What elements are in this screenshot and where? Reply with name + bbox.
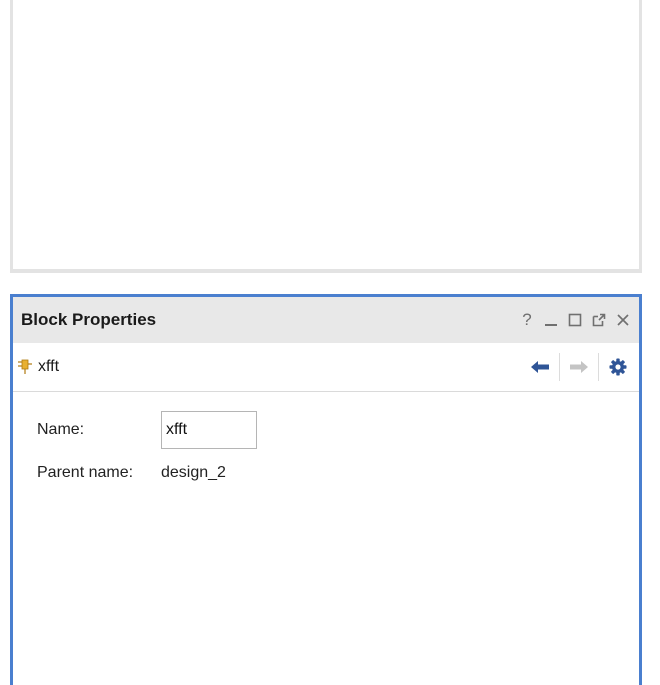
name-row: Name: <box>37 411 257 449</box>
maximize-button[interactable] <box>563 308 587 332</box>
float-button[interactable] <box>587 308 611 332</box>
panel-title-bar: Block Properties ? <box>13 297 639 343</box>
gear-icon <box>609 358 627 376</box>
back-arrow-icon <box>531 361 549 373</box>
block-properties-panel: Block Properties ? xfft Name: xfft Paren… <box>10 294 642 685</box>
properties-content: Name: Parent name: design_2 <box>13 392 639 685</box>
selected-object-name: xfft <box>38 358 60 375</box>
forward-arrow-icon <box>570 361 588 373</box>
close-icon <box>617 314 629 326</box>
top-empty-pane <box>10 0 642 273</box>
help-button[interactable]: ? <box>515 308 539 332</box>
minimize-icon <box>545 324 557 326</box>
forward-button[interactable] <box>564 352 594 382</box>
back-button[interactable] <box>525 352 555 382</box>
float-window-icon <box>592 313 606 327</box>
minimize-button[interactable] <box>539 308 563 332</box>
block-icon <box>18 358 32 376</box>
toolbar-separator <box>598 353 599 381</box>
window-controls: ? <box>515 308 635 332</box>
parent-name-row: Parent name: design_2 <box>37 458 226 488</box>
name-field[interactable] <box>161 411 257 449</box>
name-label: Name: <box>37 421 85 438</box>
panel-title: Block Properties <box>21 310 157 329</box>
settings-button[interactable] <box>603 352 633 382</box>
panel-toolbar: xfft <box>13 343 639 392</box>
toolbar-separator <box>559 353 560 381</box>
parent-name-label: Parent name: <box>37 464 134 481</box>
parent-name-value: design_2 <box>161 464 226 481</box>
close-button[interactable] <box>611 308 635 332</box>
toolbar-actions <box>525 352 633 382</box>
maximize-icon <box>568 313 582 327</box>
